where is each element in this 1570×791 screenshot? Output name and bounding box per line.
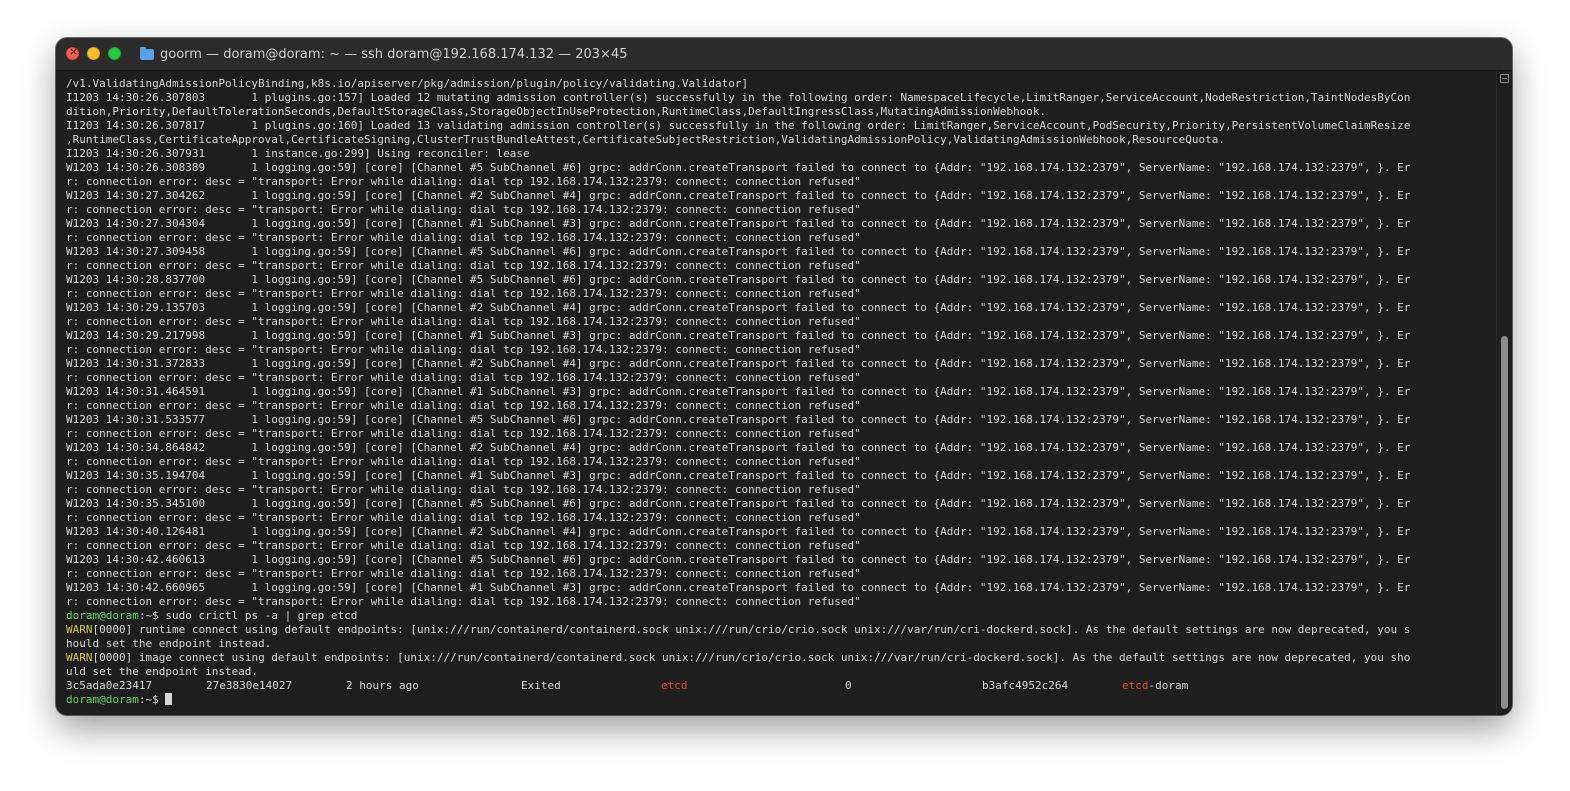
log-line: r: connection error: desc = "transport: … xyxy=(66,175,861,188)
container-row: 3c5ada0e23417 27e3830e14027 2 hours ago Exi… xyxy=(66,679,1512,693)
log-line: I1203 14:30:26.307817 1 plugins.go:160] … xyxy=(66,119,1411,132)
prompt-user-host: doram@doram xyxy=(66,693,139,706)
warn-text-cont: hould set the endpoint instead. xyxy=(66,637,272,650)
log-line: W1203 14:30:31.372833 1 logging.go:59] [… xyxy=(66,357,1411,370)
container-image: 27e3830e14027 xyxy=(206,679,293,692)
warn-tag: WARN xyxy=(66,623,93,636)
log-line: r: connection error: desc = "transport: … xyxy=(66,595,861,608)
warn-tag: WARN xyxy=(66,651,93,664)
log-line: W1203 14:30:42.660965 1 logging.go:59] [… xyxy=(66,581,1411,594)
log-line: I1203 14:30:26.307931 1 instance.go:299]… xyxy=(66,147,530,160)
log-line: W1203 14:30:26.308389 1 logging.go:59] [… xyxy=(66,161,1411,174)
log-line: r: connection error: desc = "transport: … xyxy=(66,427,861,440)
log-line: r: connection error: desc = "transport: … xyxy=(66,455,861,468)
log-line: W1203 14:30:29.217998 1 logging.go:59] [… xyxy=(66,329,1411,342)
log-line: W1203 14:30:40.126481 1 logging.go:59] [… xyxy=(66,525,1411,538)
log-line: r: connection error: desc = "transport: … xyxy=(66,483,861,496)
log-line: r: connection error: desc = "transport: … xyxy=(66,315,861,328)
log-line: W1203 14:30:27.304262 1 logging.go:59] [… xyxy=(66,189,1411,202)
vertical-scrollbar[interactable] xyxy=(1496,71,1512,715)
folder-icon xyxy=(140,46,154,60)
warning-line-cont: uld set the endpoint instead. xyxy=(66,665,1512,679)
log-line: r: connection error: desc = "transport: … xyxy=(66,511,861,524)
container-attempt: 0 xyxy=(845,679,852,692)
log-line: I1203 14:30:26.307803 1 plugins.go:157] … xyxy=(66,91,1411,104)
log-line: r: connection error: desc = "transport: … xyxy=(66,399,861,412)
maximize-button[interactable] xyxy=(108,47,121,60)
text-cursor xyxy=(165,693,173,705)
warning-line: WARN[0000] runtime connect using default… xyxy=(66,623,1512,637)
warn-text-cont: uld set the endpoint instead. xyxy=(66,665,259,678)
terminal-output[interactable]: /v1.ValidatingAdmissionPolicyBinding,k8s… xyxy=(56,71,1512,715)
log-line: r: connection error: desc = "transport: … xyxy=(66,203,861,216)
log-line: ,RuntimeClass,CertificateApproval,Certif… xyxy=(66,133,1225,146)
prompt-suffix: :~$ xyxy=(138,609,166,622)
log-line: r: connection error: desc = "transport: … xyxy=(66,567,861,580)
minimize-button[interactable] xyxy=(87,47,100,60)
title-bar: goorm — doram@doram: ~ — ssh doram@192.1… xyxy=(56,38,1512,71)
log-line: W1203 14:30:27.309458 1 logging.go:59] [… xyxy=(66,245,1411,258)
prompt-user-host: doram@doram xyxy=(66,609,139,622)
warning-line: WARN[0000] image connect using default e… xyxy=(66,651,1512,665)
pod-name-rest: -doram xyxy=(1148,679,1189,692)
window-title: goorm — doram@doram: ~ — ssh doram@192.1… xyxy=(140,44,628,64)
close-button[interactable] xyxy=(66,45,79,60)
log-line: W1203 14:30:34.864842 1 logging.go:59] [… xyxy=(66,441,1411,454)
container-name: etcd xyxy=(661,679,688,692)
log-line: r: connection error: desc = "transport: … xyxy=(66,231,861,244)
log-line: W1203 14:30:35.194704 1 logging.go:59] [… xyxy=(66,469,1411,482)
command-text: sudo crictl ps -a | grep etcd xyxy=(165,609,358,622)
log-line: W1203 14:30:42.460613 1 logging.go:59] [… xyxy=(66,553,1411,566)
log-line: W1203 14:30:31.464591 1 logging.go:59] [… xyxy=(66,385,1411,398)
pod-id: b3afc4952c264 xyxy=(982,679,1069,692)
pod-name-match: etcd xyxy=(1122,679,1149,692)
terminal-window: goorm — doram@doram: ~ — ssh doram@192.1… xyxy=(56,38,1512,715)
final-prompt-line: doram@doram:~$ xyxy=(66,693,1512,707)
scroll-thumb[interactable] xyxy=(1501,336,1508,709)
log-line: W1203 14:30:29.135703 1 logging.go:59] [… xyxy=(66,301,1411,314)
container-state: Exited xyxy=(521,679,561,692)
log-line: /v1.ValidatingAdmissionPolicyBinding,k8s… xyxy=(66,77,749,90)
log-line: W1203 14:30:27.304304 1 logging.go:59] [… xyxy=(66,217,1411,230)
warn-text: [0000] image connect using default endpo… xyxy=(92,651,1411,664)
prompt-suffix: :~$ xyxy=(138,693,166,706)
log-line: W1203 14:30:31.533577 1 logging.go:59] [… xyxy=(66,413,1411,426)
warn-text: [0000] runtime connect using default end… xyxy=(92,623,1411,636)
log-output: /v1.ValidatingAdmissionPolicyBinding,k8s… xyxy=(66,77,1512,609)
warning-line-cont: hould set the endpoint instead. xyxy=(66,637,1512,651)
log-line: W1203 14:30:35.345100 1 logging.go:59] [… xyxy=(66,497,1411,510)
container-id: 3c5ada0e23417 xyxy=(66,679,153,692)
container-created: 2 hours ago xyxy=(346,679,419,692)
window-title-text: goorm — doram@doram: ~ — ssh doram@192.1… xyxy=(160,46,628,62)
log-line: r: connection error: desc = "transport: … xyxy=(66,287,861,300)
log-line: r: connection error: desc = "transport: … xyxy=(66,259,861,272)
log-line: r: connection error: desc = "transport: … xyxy=(66,371,861,384)
scroll-toggle-icon[interactable] xyxy=(1500,74,1509,83)
log-line: W1203 14:30:28.837700 1 logging.go:59] [… xyxy=(66,273,1411,286)
log-line: r: connection error: desc = "transport: … xyxy=(66,539,861,552)
log-line: r: connection error: desc = "transport: … xyxy=(66,343,861,356)
log-line: dition,Priority,DefaultTolerationSeconds… xyxy=(66,105,1047,118)
command-line: doram@doram:~$ sudo crictl ps -a | grep … xyxy=(66,609,1512,623)
